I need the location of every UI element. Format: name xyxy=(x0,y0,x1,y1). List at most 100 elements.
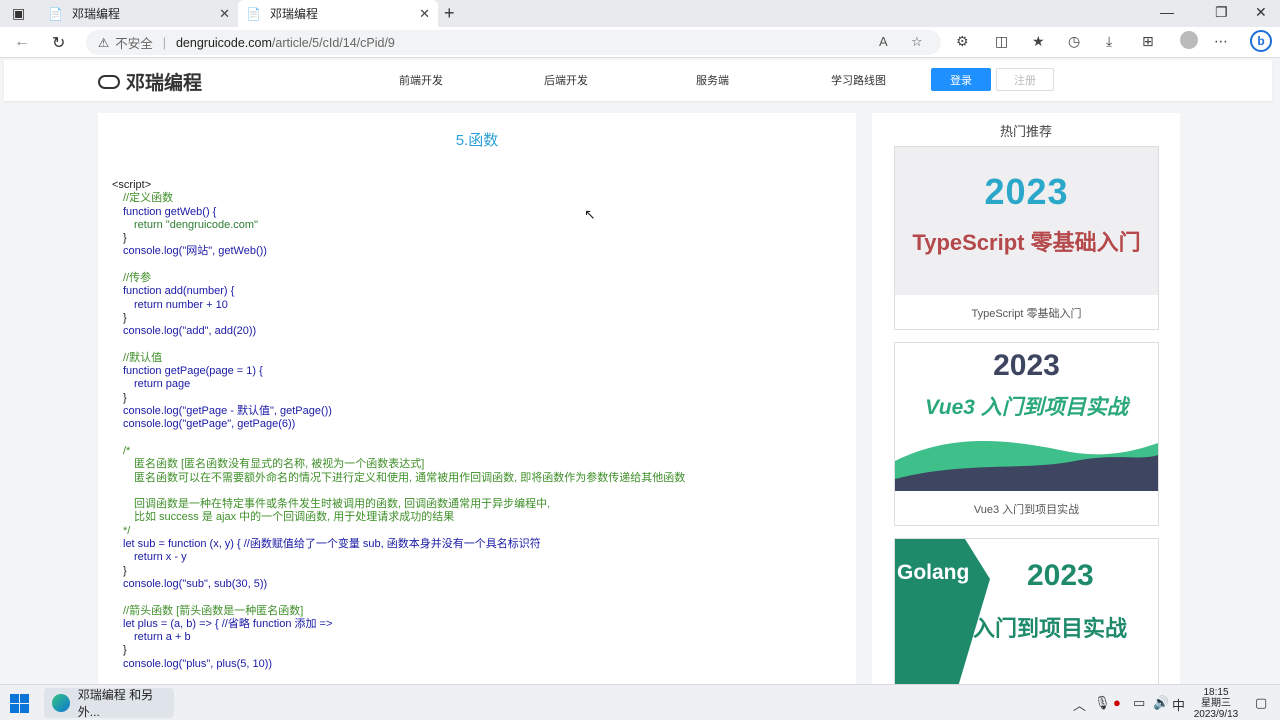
web-page: 邓瑞编程 前端开发 后端开发 服务端 学习路线图 登录 注册 5.函数 <scr… xyxy=(0,58,1280,684)
code-line: return page xyxy=(134,378,191,391)
cloud-icon xyxy=(98,74,120,89)
more-menu-icon[interactable]: ⋯ xyxy=(1214,33,1228,50)
code-line: 比如 success 是 ajax 中的一个回调函数, 用于处理请求成功的结果 xyxy=(134,511,455,524)
volume-icon[interactable]: 🔊 xyxy=(1153,695,1169,711)
taskbar-edge-app[interactable]: 邓瑞编程 和另外... xyxy=(44,688,174,719)
notification-icon[interactable]: ▢ xyxy=(1255,695,1267,711)
article-panel: 5.函数 <script>//定义函数 function getWeb() {re… xyxy=(98,113,856,684)
course-banner[interactable]: Golang 2023 入门到项目实战 xyxy=(895,539,1158,684)
nav-backend[interactable]: 后端开发 xyxy=(544,72,588,88)
maximize-button[interactable]: ❐ xyxy=(1215,4,1228,21)
banner-year: 2023 xyxy=(1027,559,1094,592)
split-screen-icon[interactable]: ◫ xyxy=(995,33,1008,50)
banner-title: Vue3 入门到项目实战 xyxy=(925,396,1128,419)
code-line: return x - y xyxy=(134,551,187,564)
system-clock[interactable]: 18:15 星期三 2023/9/13 xyxy=(1186,687,1246,720)
logo-text: 邓瑞编程 xyxy=(126,73,203,94)
clock-weekday: 星期三 xyxy=(1201,698,1231,709)
network-icon[interactable]: ▭ xyxy=(1133,695,1145,711)
tab-1[interactable]: 📄 邓瑞编程 ✕ xyxy=(40,0,238,27)
code-line: function getPage(page = 1) { xyxy=(123,365,263,378)
course-card-typescript[interactable]: 2023 TypeScript 零基础入门 TypeScript 零基础入门 xyxy=(894,146,1159,330)
banner-title: 入门到项目实战 xyxy=(973,616,1128,641)
profile-avatar[interactable] xyxy=(1180,31,1198,49)
course-card-golang[interactable]: Golang 2023 入门到项目实战 xyxy=(894,538,1159,684)
edge-icon xyxy=(52,694,70,712)
minimize-button[interactable]: — xyxy=(1160,4,1174,20)
collections-icon[interactable]: ⊞ xyxy=(1142,33,1154,50)
taskbar: 邓瑞编程 和另外... ︿ 🎙 ● ▭ 🔊 中 18:15 星期三 2023/9… xyxy=(0,684,1280,720)
page-icon: 📄 xyxy=(246,6,261,21)
banner-left-text: Golang xyxy=(897,561,970,584)
history-icon[interactable]: ◷ xyxy=(1068,33,1080,50)
nav-server[interactable]: 服务端 xyxy=(696,72,729,88)
favorite-star-icon[interactable]: ☆ xyxy=(911,34,923,50)
url-path: /article/5/cId/14/cPid/9 xyxy=(271,35,395,50)
warning-icon[interactable]: ⚠ xyxy=(98,35,109,50)
close-tab-icon[interactable]: ✕ xyxy=(419,6,430,22)
url-bar[interactable]: ⚠ 不安全 | dengruicode.com /article/5/cId/1… xyxy=(86,30,941,55)
code-line: //默认值 xyxy=(123,351,163,364)
read-aloud-icon[interactable]: A xyxy=(879,34,888,49)
tab-bar: ▣ 📄 邓瑞编程 ✕ 📄 邓瑞编程 ✕ + — ❐ ✕ xyxy=(0,0,1280,27)
code-line: console.log("plus", plus(5, 10)) xyxy=(123,657,273,670)
hot-recommend-sidebar: 热门推荐 2023 TypeScript 零基础入门 TypeScript 零基… xyxy=(872,113,1180,684)
mouse-cursor: ↖ xyxy=(584,206,596,222)
code-line: */ xyxy=(123,524,131,537)
code-line: function getWeb() { xyxy=(123,205,217,218)
extensions-icon[interactable]: ⚙ xyxy=(956,33,969,50)
tab-actions-icon[interactable]: ▣ xyxy=(12,5,25,22)
close-window-button[interactable]: ✕ xyxy=(1255,4,1267,21)
code-line: /* xyxy=(123,444,131,457)
course-banner[interactable]: 2023 Vue3 入门到项目实战 xyxy=(895,343,1158,491)
sidebar-heading: 热门推荐 xyxy=(999,124,1052,139)
refresh-icon[interactable]: ↻ xyxy=(52,33,65,53)
ime-indicator[interactable]: 中 xyxy=(1172,695,1185,714)
tab-2[interactable]: 📄 邓瑞编程 ✕ xyxy=(238,0,438,27)
url-separator: | xyxy=(162,35,166,50)
favorites-icon[interactable]: ★ xyxy=(1032,33,1045,50)
site-logo[interactable]: 邓瑞编程 xyxy=(98,68,202,95)
close-tab-icon[interactable]: ✕ xyxy=(219,6,230,22)
banner-year: 2023 xyxy=(984,171,1069,212)
clock-time: 18:15 xyxy=(1203,687,1229,698)
course-caption[interactable]: Vue3 入门到项目实战 xyxy=(895,501,1158,517)
code-line: console.log("getPage - 默认值", getPage()) xyxy=(123,405,332,418)
course-card-vue3[interactable]: 2023 Vue3 入门到项目实战 Vue3 入门到项目实战 xyxy=(894,342,1159,526)
address-toolbar: ← ↻ ⚠ 不安全 | dengruicode.com /article/5/c… xyxy=(0,27,1280,58)
bing-copilot-icon[interactable]: b xyxy=(1250,30,1272,52)
tab-title: 邓瑞编程 xyxy=(270,7,319,21)
register-button[interactable]: 注册 xyxy=(996,68,1054,91)
course-banner[interactable]: 2023 TypeScript 零基础入门 xyxy=(895,147,1158,295)
code-line: console.log("sub", sub(30, 5)) xyxy=(123,577,268,590)
code-line: let plus = (a, b) => { //省略 function 添加 … xyxy=(123,617,333,630)
banner-year: 2023 xyxy=(993,349,1060,382)
new-tab-button[interactable]: + xyxy=(444,3,455,24)
security-label[interactable]: 不安全 xyxy=(115,33,153,52)
login-button[interactable]: 登录 xyxy=(931,68,991,91)
code-line: 匿名函数可以在不需要额外命名的情况下进行定义和使用, 通常被用作回调函数, 即将… xyxy=(134,471,686,484)
code-line: } xyxy=(123,232,127,245)
page-icon: 📄 xyxy=(48,6,63,21)
code-line: //定义函数 xyxy=(123,192,174,205)
code-line: return "dengruicode.com" xyxy=(134,218,258,231)
nav-frontend[interactable]: 前端开发 xyxy=(399,72,443,88)
code-line: function add(number) { xyxy=(123,285,235,298)
nav-roadmap[interactable]: 学习路线图 xyxy=(831,72,886,88)
code-line: //传参 xyxy=(123,272,152,285)
url-domain: dengruicode.com xyxy=(175,35,272,50)
downloads-icon[interactable]: ⤓ xyxy=(1106,33,1112,50)
record-icon[interactable]: ● xyxy=(1113,695,1121,710)
tray-expand-icon[interactable]: ︿ xyxy=(1073,695,1086,714)
back-icon[interactable]: ← xyxy=(14,33,30,51)
windows-start-icon[interactable] xyxy=(10,694,29,713)
code-line: console.log("getPage", getPage(6)) xyxy=(123,418,296,431)
microphone-icon[interactable]: 🎙 xyxy=(1094,695,1111,711)
course-caption[interactable]: TypeScript 零基础入门 xyxy=(895,305,1158,321)
site-header: 邓瑞编程 前端开发 后端开发 服务端 学习路线图 登录 注册 xyxy=(4,60,1272,101)
